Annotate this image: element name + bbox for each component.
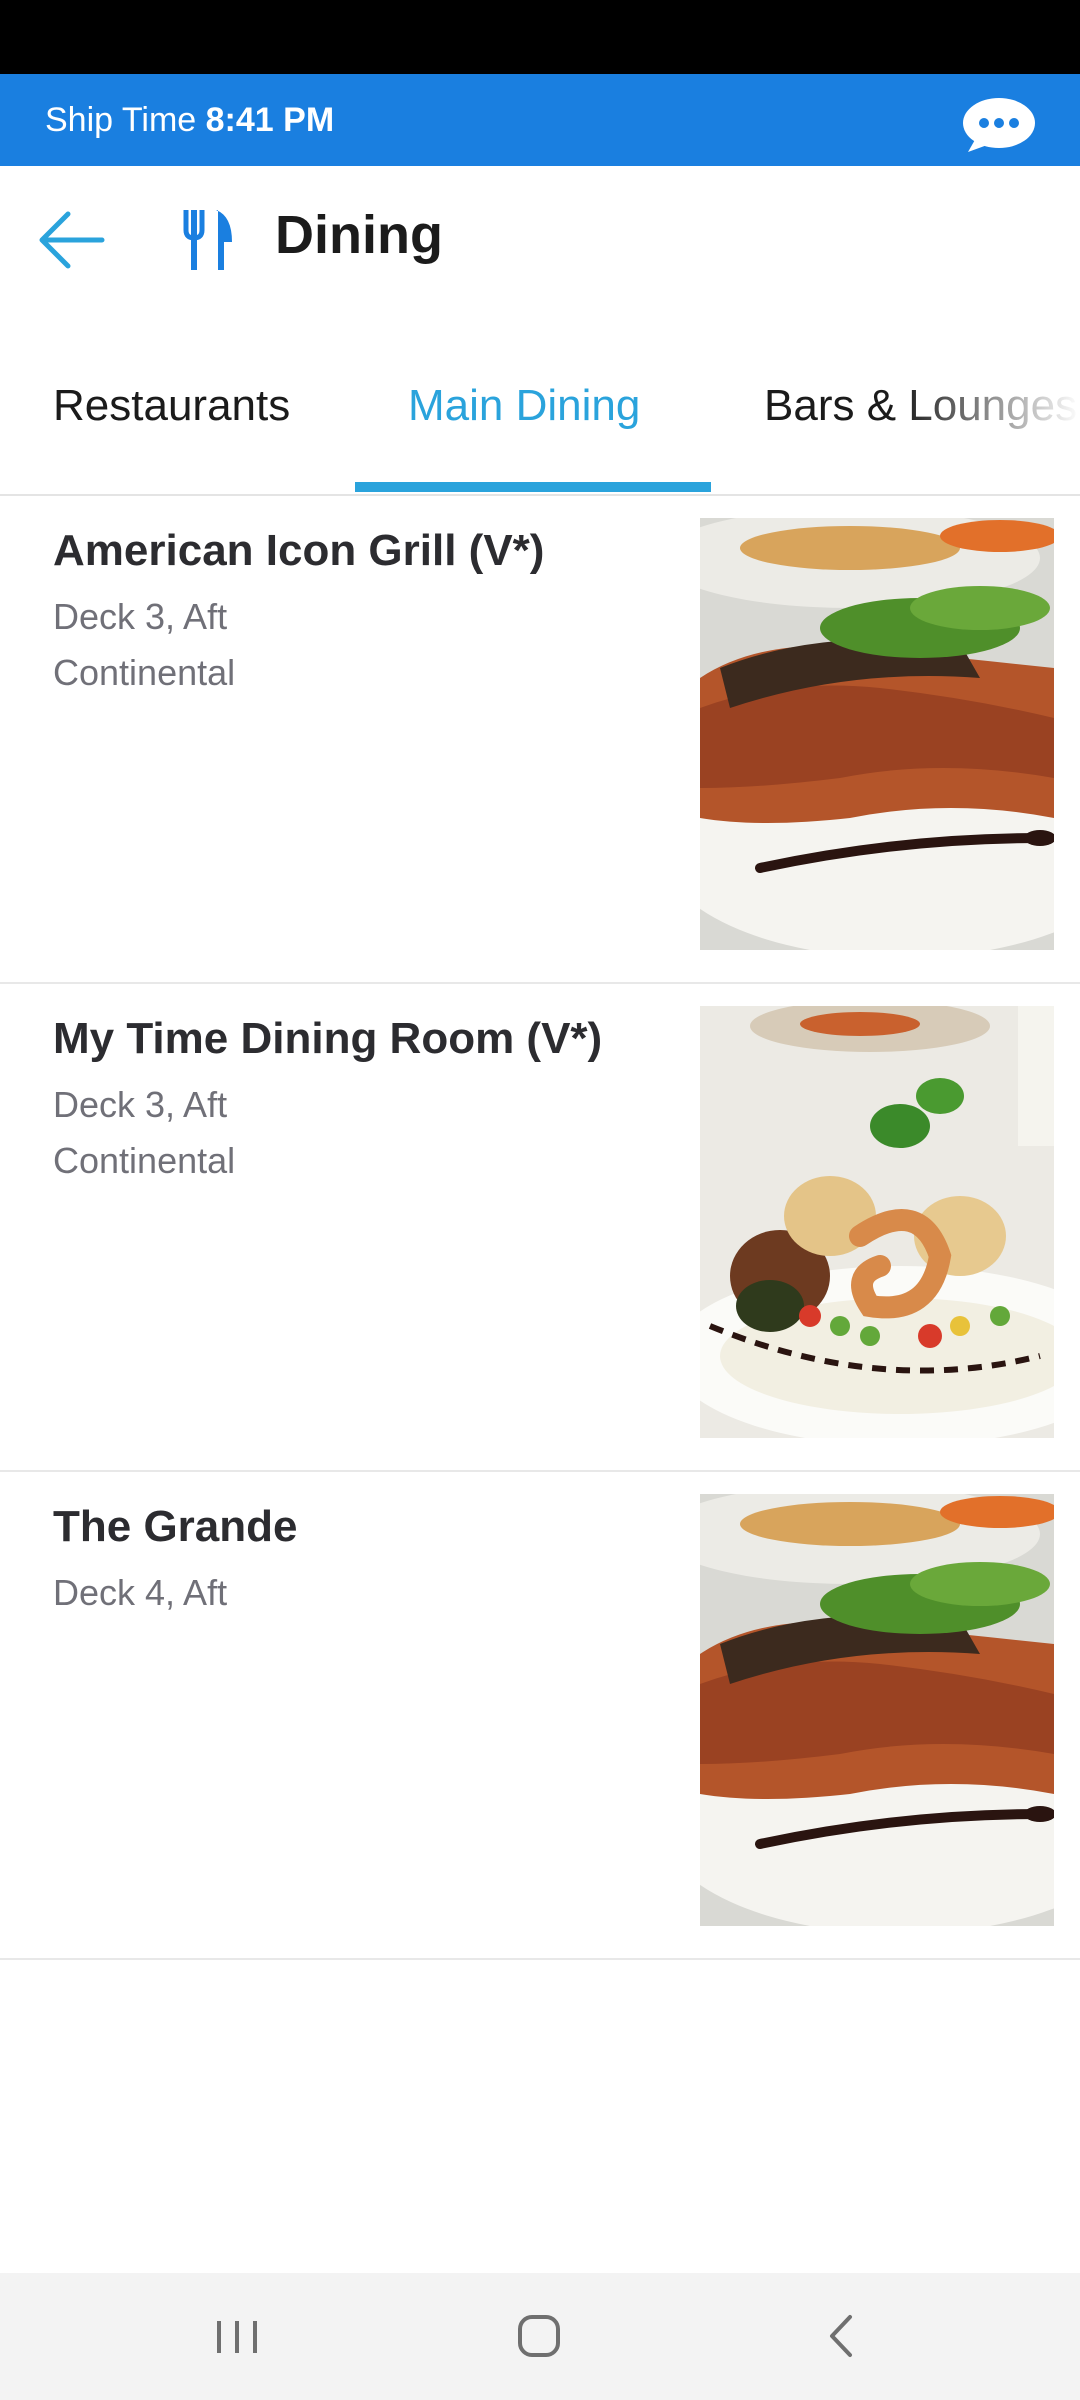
active-tab-indicator <box>355 482 711 492</box>
salmon-dish-photo <box>700 1494 1054 1926</box>
venue-card[interactable]: My Time Dining Room (V*) Deck 3, Aft Con… <box>0 984 1080 1472</box>
category-tabs: Restaurants Main Dining Bars & Lounges <box>0 356 1080 496</box>
recents-icon[interactable] <box>192 2303 282 2369</box>
ship-time: Ship Time 8:41 PM <box>45 74 334 166</box>
venue-list: American Icon Grill (V*) Deck 3, Aft Con… <box>0 496 1080 1960</box>
chat-bubble-icon[interactable] <box>962 96 1036 154</box>
fork-knife-icon <box>182 208 236 272</box>
venue-card[interactable]: The Grande Deck 4, Aft <box>0 1472 1080 1960</box>
venue-deck: Deck 3, Aft <box>53 596 228 637</box>
nav-back-icon[interactable] <box>796 2303 886 2369</box>
page-title: Dining <box>275 205 443 265</box>
tab-main-dining[interactable]: Main Dining <box>408 356 640 494</box>
system-nav-bar <box>0 2273 1080 2400</box>
ship-time-bar: Ship Time 8:41 PM <box>0 74 1080 166</box>
app-header: Dining <box>0 166 1080 316</box>
seafood-dish-photo <box>700 1006 1054 1438</box>
home-icon[interactable] <box>494 2303 584 2369</box>
ship-time-label: Ship Time <box>45 101 197 139</box>
venue-name: American Icon Grill (V*) <box>53 526 545 575</box>
venue-name: The Grande <box>53 1502 298 1551</box>
venue-deck: Deck 3, Aft <box>53 1084 228 1125</box>
ship-time-value: 8:41 PM <box>205 101 335 139</box>
back-arrow-icon[interactable] <box>36 208 110 272</box>
tab-restaurants[interactable]: Restaurants <box>53 356 290 494</box>
venue-deck: Deck 4, Aft <box>53 1572 228 1613</box>
venue-card[interactable]: American Icon Grill (V*) Deck 3, Aft Con… <box>0 496 1080 984</box>
salmon-dish-photo <box>700 518 1054 950</box>
tabs-fade <box>900 356 1080 494</box>
venue-cuisine: Continental <box>53 1140 236 1181</box>
system-status-bar <box>0 0 1080 74</box>
venue-name: My Time Dining Room (V*) <box>53 1014 603 1063</box>
venue-cuisine: Continental <box>53 652 236 693</box>
